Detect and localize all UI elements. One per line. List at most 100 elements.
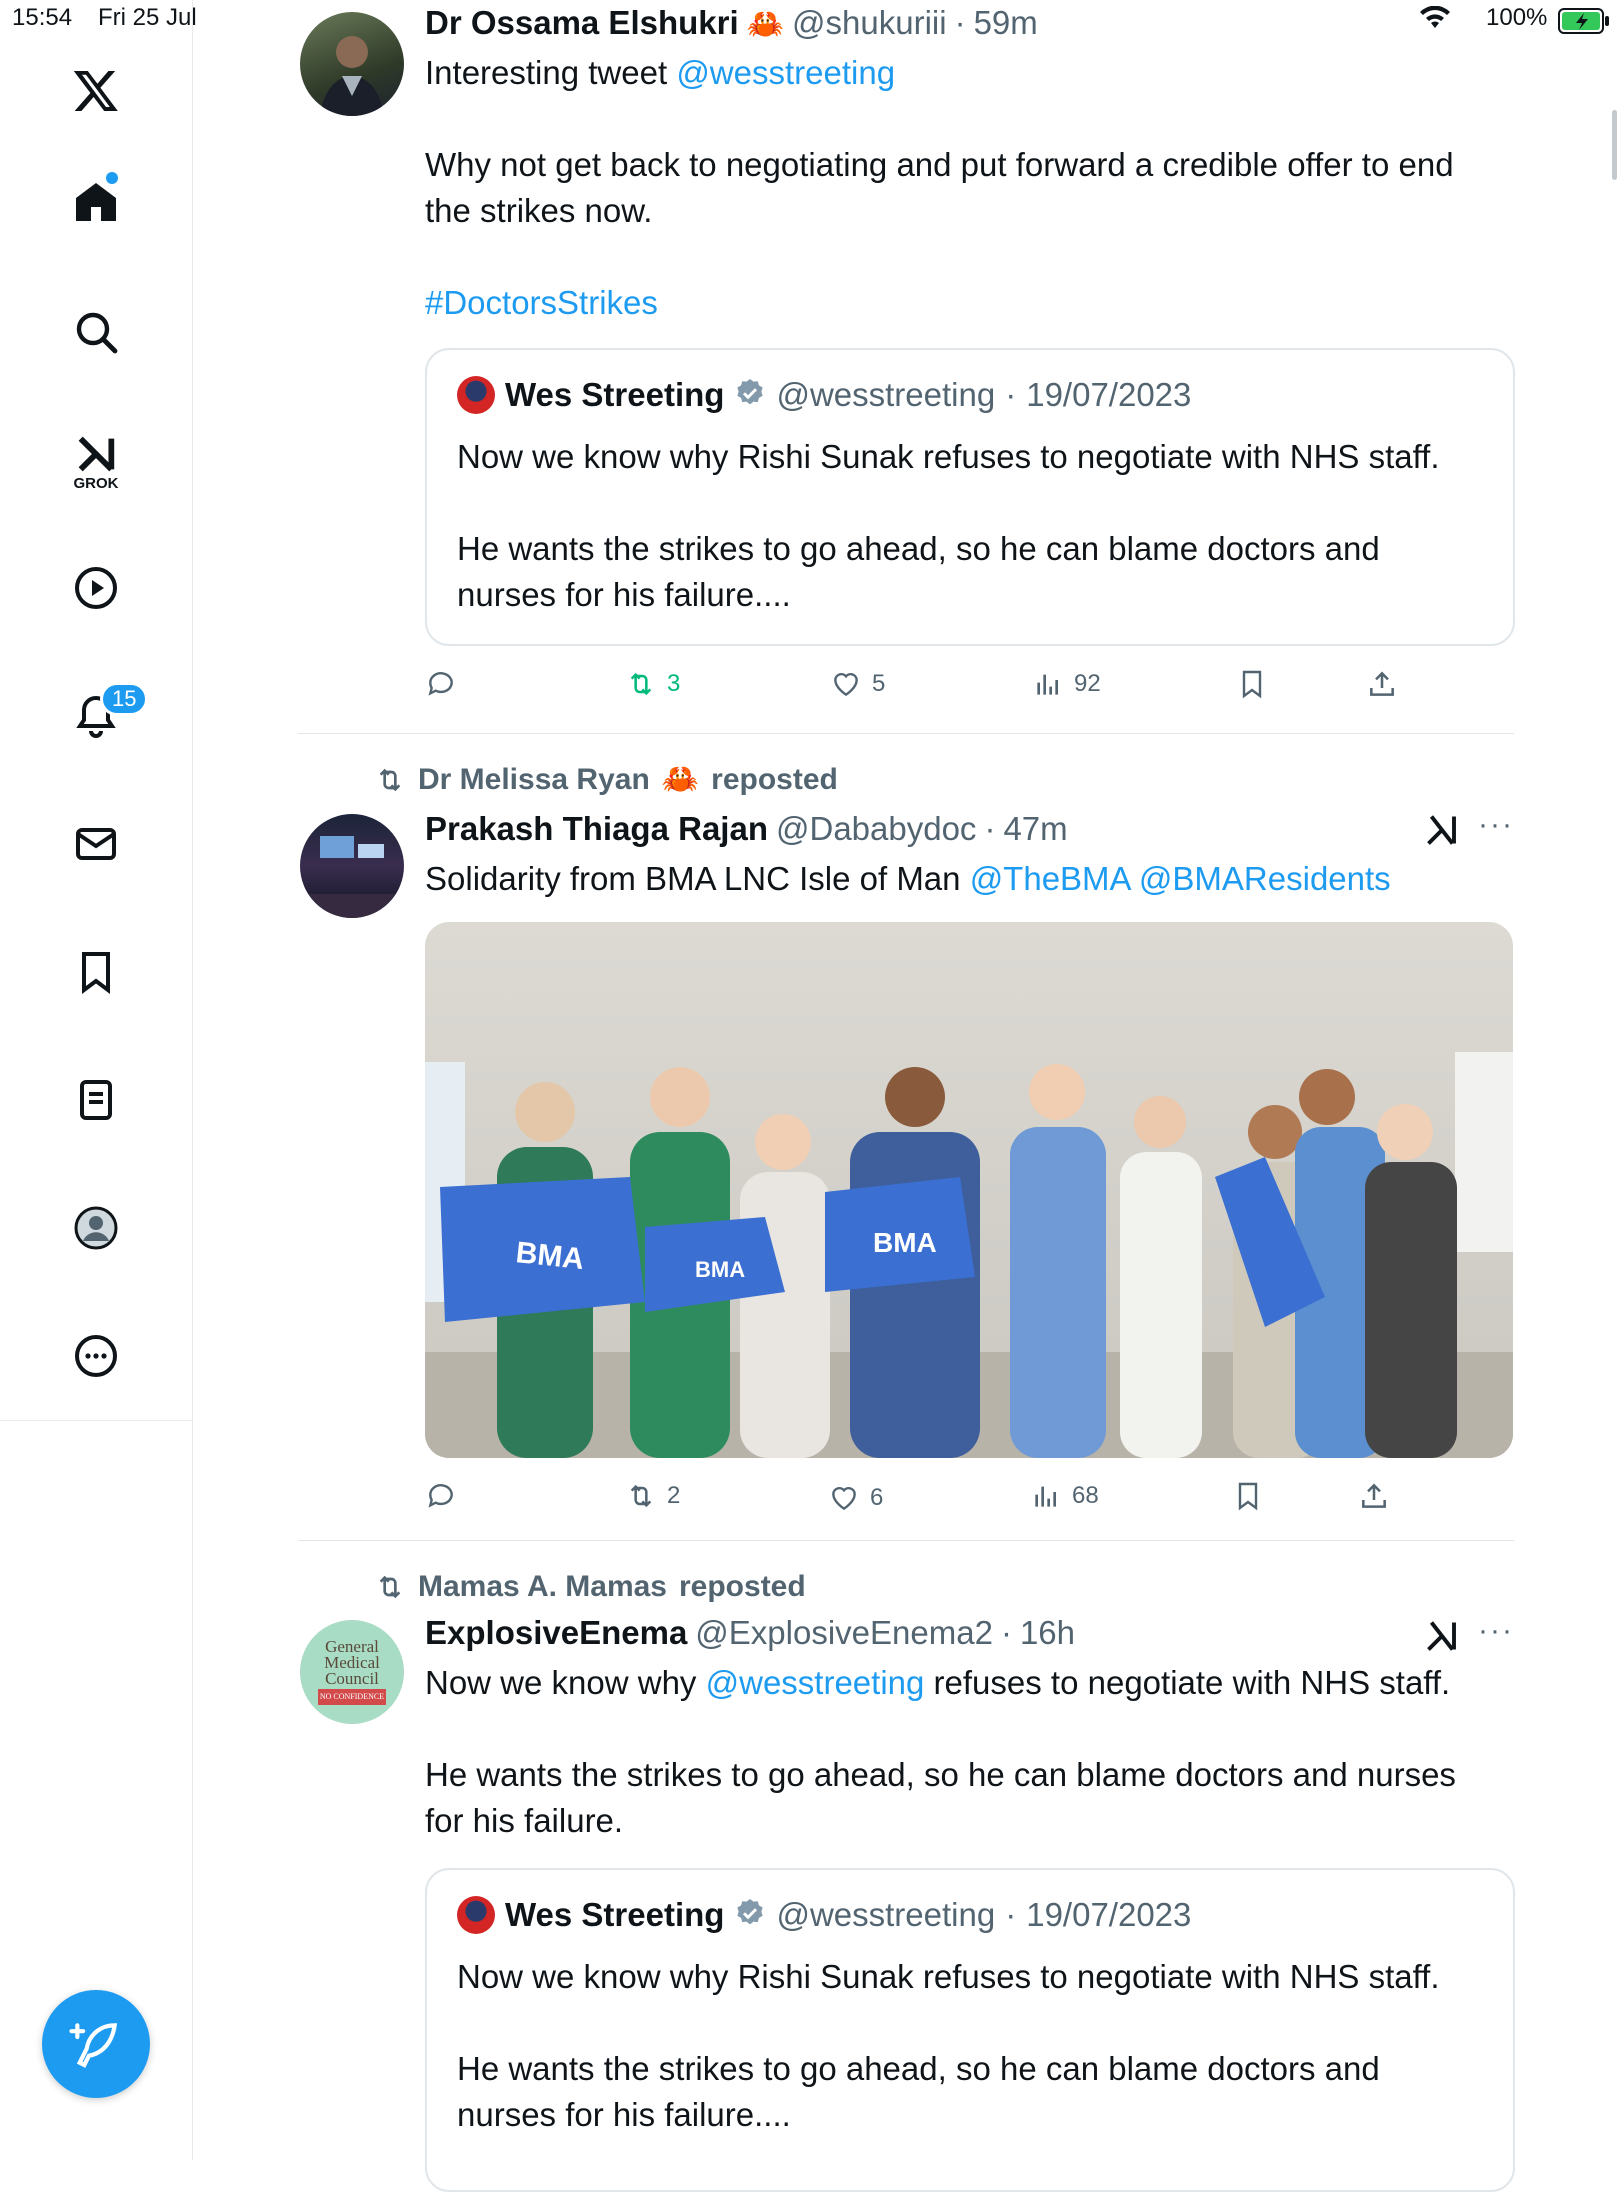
crab-emoji-icon: 🦀 bbox=[661, 763, 700, 796]
quote-author-handle: @wesstreeting bbox=[776, 1896, 996, 1933]
author-handle[interactable]: @ExplosiveEnema2 bbox=[695, 1614, 993, 1652]
repost-icon bbox=[379, 768, 401, 791]
scrollbar-thumb[interactable] bbox=[1612, 110, 1617, 180]
repost-icon bbox=[630, 1484, 652, 1508]
crab-emoji-icon: 🦀 bbox=[746, 8, 785, 41]
like-count: 6 bbox=[870, 1484, 884, 1511]
mention-link[interactable]: @TheBMA bbox=[970, 860, 1130, 897]
views-icon bbox=[1035, 1486, 1056, 1507]
bma-flag: BMA bbox=[440, 1177, 645, 1322]
more-icon[interactable] bbox=[66, 1326, 126, 1386]
text-line: refuses to negotiate with NHS staff. bbox=[924, 1664, 1451, 1701]
separator-dot: · bbox=[1000, 1614, 1012, 1651]
heart-icon bbox=[832, 1486, 856, 1511]
author-name[interactable]: Dr Ossama Elshukri bbox=[425, 4, 739, 42]
avatar[interactable]: General Medical Council NO CONFIDENCE bbox=[300, 1620, 404, 1724]
reposter-name[interactable]: Mamas A. Mamas bbox=[418, 1570, 667, 1604]
bookmark-icon bbox=[1242, 670, 1262, 699]
quote-avatar bbox=[457, 1896, 495, 1934]
views-button[interactable]: 68 bbox=[1030, 1480, 1099, 1512]
bookmark-button[interactable] bbox=[1232, 1480, 1264, 1512]
mention-link[interactable]: @wesstreeting bbox=[676, 54, 895, 91]
author-handle[interactable]: @shukuriii bbox=[792, 4, 947, 42]
reply-button[interactable] bbox=[425, 668, 467, 700]
wifi-icon bbox=[1418, 5, 1452, 37]
video-icon[interactable] bbox=[66, 558, 126, 618]
x-logo-icon[interactable] bbox=[66, 60, 126, 120]
repost-context[interactable]: Mamas A. Mamas reposted bbox=[374, 1570, 806, 1604]
more-options-icon[interactable]: ··· bbox=[1478, 1614, 1514, 1648]
tweet-text: Interesting tweet @wesstreeting Why not … bbox=[425, 50, 1515, 326]
heart-icon bbox=[834, 672, 858, 697]
hashtag-link[interactable]: #DoctorsStrikes bbox=[425, 280, 1515, 326]
status-battery-percent: 100% bbox=[1486, 4, 1548, 31]
separator-dot: · bbox=[984, 810, 996, 847]
views-button[interactable]: 92 bbox=[1032, 668, 1101, 700]
verified-badge-icon bbox=[734, 1897, 766, 1934]
tweet-photo[interactable]: BMA BMA BMA bbox=[425, 922, 1513, 1458]
notifications-badge: 15 bbox=[100, 682, 149, 716]
quote-text: Now we know why Rishi Sunak refuses to n… bbox=[457, 434, 1497, 618]
reposted-label: reposted bbox=[711, 762, 838, 796]
repost-button[interactable]: 2 bbox=[625, 1480, 680, 1512]
battery-icon bbox=[1558, 8, 1610, 41]
separator-dot: · bbox=[1005, 1896, 1017, 1933]
bookmark-button[interactable] bbox=[1236, 668, 1268, 700]
avatar[interactable] bbox=[300, 814, 404, 918]
tweet-time[interactable]: 16h bbox=[1020, 1614, 1075, 1652]
mention-link[interactable]: @BMAResidents bbox=[1139, 860, 1391, 897]
text-line: Now we know why Rishi Sunak refuses to n… bbox=[457, 438, 1440, 475]
text-line: Why not get back to negotiating and put … bbox=[425, 146, 1454, 183]
grok-explain-icon[interactable] bbox=[1424, 1618, 1460, 1659]
verified-badge-icon bbox=[734, 377, 766, 414]
repost-count: 2 bbox=[667, 1482, 681, 1509]
share-button[interactable] bbox=[1366, 668, 1398, 700]
compose-feather-icon bbox=[69, 2023, 118, 2068]
share-button[interactable] bbox=[1358, 1480, 1390, 1512]
like-button[interactable]: 6 bbox=[828, 1482, 883, 1514]
tweet-divider bbox=[298, 1540, 1514, 1541]
separator-dot: · bbox=[1005, 376, 1017, 413]
text-line: nurses for his failure.... bbox=[457, 576, 791, 613]
views-count: 68 bbox=[1072, 1482, 1099, 1509]
quote-author-name: Wes Streeting bbox=[505, 376, 725, 413]
author-handle[interactable]: @Dababydoc bbox=[776, 810, 976, 848]
tweet-time[interactable]: 59m bbox=[974, 4, 1038, 42]
text-line: Now we know why Rishi Sunak refuses to n… bbox=[457, 1958, 1440, 1995]
like-count: 5 bbox=[872, 670, 886, 697]
quoted-tweet[interactable]: Wes Streeting @wesstreeting · 19/07/2023… bbox=[425, 1868, 1515, 2192]
messages-icon[interactable] bbox=[66, 814, 126, 874]
mention-link[interactable]: @wesstreeting bbox=[706, 1664, 925, 1701]
repost-context[interactable]: Dr Melissa Ryan 🦀 reposted bbox=[374, 762, 838, 797]
bookmarks-icon[interactable] bbox=[66, 942, 126, 1002]
tweet-text: Now we know why @wesstreeting refuses to… bbox=[425, 1660, 1515, 1844]
search-icon[interactable] bbox=[66, 302, 126, 362]
tweet-time[interactable]: 47m bbox=[1003, 810, 1067, 848]
text-line: Solidarity from BMA LNC Isle of Man bbox=[425, 860, 970, 897]
compose-post-button[interactable] bbox=[42, 1990, 150, 2098]
repost-count: 3 bbox=[667, 670, 681, 697]
flag-text: BMA bbox=[873, 1227, 937, 1258]
repost-icon bbox=[630, 672, 652, 696]
views-icon bbox=[1037, 674, 1058, 695]
author-name[interactable]: ExplosiveEnema bbox=[425, 1614, 687, 1652]
quoted-tweet[interactable]: Wes Streeting @wesstreeting · 19/07/2023… bbox=[425, 348, 1515, 646]
grok-icon[interactable]: GROK bbox=[66, 426, 126, 496]
quote-author-name: Wes Streeting bbox=[505, 1896, 725, 1933]
avatar-text: NO CONFIDENCE bbox=[317, 1689, 387, 1705]
text-line: nurses for his failure.... bbox=[457, 2096, 791, 2133]
grok-label: GROK bbox=[73, 474, 119, 492]
author-name[interactable]: Prakash Thiaga Rajan bbox=[425, 810, 768, 848]
reply-button[interactable] bbox=[425, 1480, 467, 1512]
reposter-name[interactable]: Dr Melissa Ryan bbox=[418, 763, 650, 797]
lists-icon[interactable] bbox=[66, 1070, 126, 1130]
more-options-icon[interactable]: ··· bbox=[1478, 808, 1514, 842]
bookmark-icon bbox=[1238, 1482, 1258, 1511]
like-button[interactable]: 5 bbox=[830, 668, 885, 700]
quote-date: 19/07/2023 bbox=[1026, 1896, 1192, 1933]
grok-explain-icon[interactable] bbox=[1424, 812, 1460, 853]
repost-button[interactable]: 3 bbox=[625, 668, 680, 700]
profile-icon[interactable] bbox=[66, 1198, 126, 1258]
avatar[interactable] bbox=[300, 12, 404, 116]
reply-icon bbox=[428, 672, 453, 696]
